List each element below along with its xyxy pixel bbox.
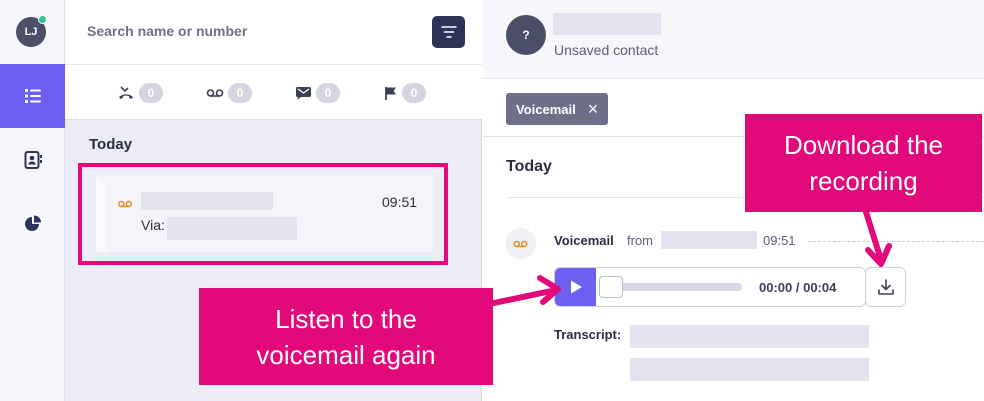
annotation-arrows xyxy=(491,209,892,306)
